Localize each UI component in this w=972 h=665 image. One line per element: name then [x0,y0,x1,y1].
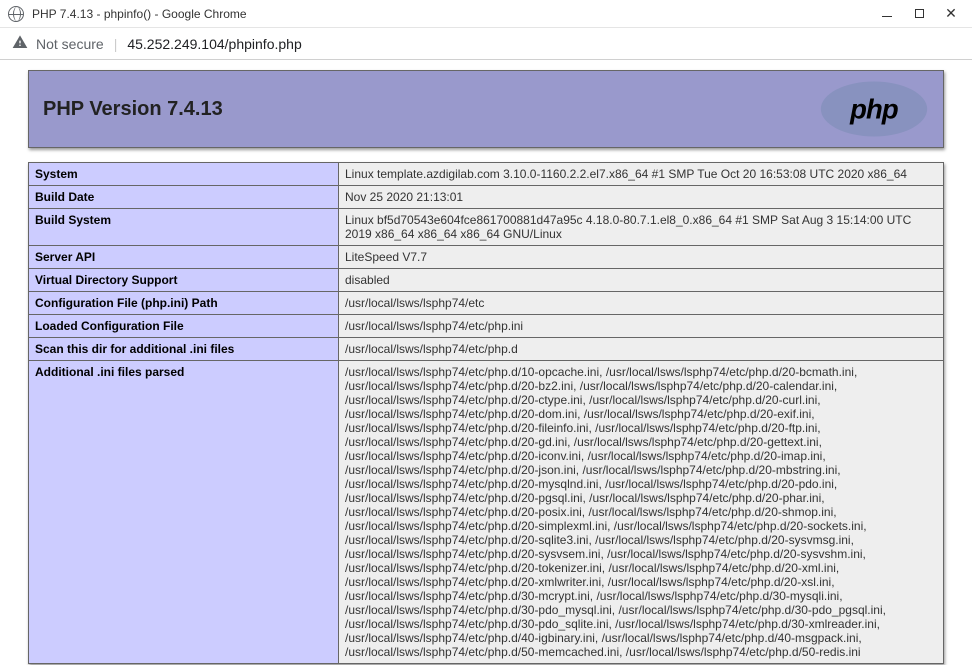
config-value: Linux template.azdigilab.com 3.10.0-1160… [339,163,944,186]
table-row: Configuration File (php.ini) Path/usr/lo… [29,292,944,315]
svg-text:php: php [849,94,898,125]
phpinfo-tbody: SystemLinux template.azdigilab.com 3.10.… [29,163,944,664]
maximize-button[interactable] [912,7,926,21]
config-value: LiteSpeed V7.7 [339,246,944,269]
table-row: Scan this dir for additional .ini files/… [29,338,944,361]
config-value: /usr/local/lsws/lsphp74/etc/php.d [339,338,944,361]
config-key: Scan this dir for additional .ini files [29,338,339,361]
address-bar[interactable]: Not secure | 45.252.249.104/phpinfo.php [0,28,972,60]
url-text: 45.252.249.104/phpinfo.php [127,36,301,52]
table-row: Build DateNov 25 2020 21:13:01 [29,186,944,209]
minimize-button[interactable] [880,7,894,21]
config-value: /usr/local/lsws/lsphp74/etc/php.ini [339,315,944,338]
window-title: PHP 7.4.13 - phpinfo() - Google Chrome [32,7,880,21]
table-row: Build SystemLinux bf5d70543e604fce861700… [29,209,944,246]
config-value: /usr/local/lsws/lsphp74/etc [339,292,944,315]
close-button[interactable]: ✕ [944,7,958,21]
page-content: PHP Version 7.4.13 php SystemLinux templ… [0,60,972,664]
table-row: Loaded Configuration File/usr/local/lsws… [29,315,944,338]
config-key: Additional .ini files parsed [29,361,339,664]
config-key: Virtual Directory Support [29,269,339,292]
table-row: Additional .ini files parsed/usr/local/l… [29,361,944,664]
page-title: PHP Version 7.4.13 [43,98,223,121]
window-titlebar: PHP 7.4.13 - phpinfo() - Google Chrome ✕ [0,0,972,28]
config-key: System [29,163,339,186]
config-key: Loaded Configuration File [29,315,339,338]
config-value: Linux bf5d70543e604fce861700881d47a95c 4… [339,209,944,246]
php-logo-icon: php [819,79,929,139]
config-key: Configuration File (php.ini) Path [29,292,339,315]
table-row: SystemLinux template.azdigilab.com 3.10.… [29,163,944,186]
globe-icon [8,6,24,22]
config-value: Nov 25 2020 21:13:01 [339,186,944,209]
security-text: Not secure [36,36,104,52]
config-value: /usr/local/lsws/lsphp74/etc/php.d/10-opc… [339,361,944,664]
config-key: Build System [29,209,339,246]
config-key: Build Date [29,186,339,209]
table-row: Server APILiteSpeed V7.7 [29,246,944,269]
table-row: Virtual Directory Supportdisabled [29,269,944,292]
phpinfo-table: SystemLinux template.azdigilab.com 3.10.… [28,162,944,664]
window-controls: ✕ [880,7,964,21]
address-divider: | [114,36,118,52]
warning-icon [12,34,28,53]
config-key: Server API [29,246,339,269]
php-version-header: PHP Version 7.4.13 php [28,70,944,148]
config-value: disabled [339,269,944,292]
